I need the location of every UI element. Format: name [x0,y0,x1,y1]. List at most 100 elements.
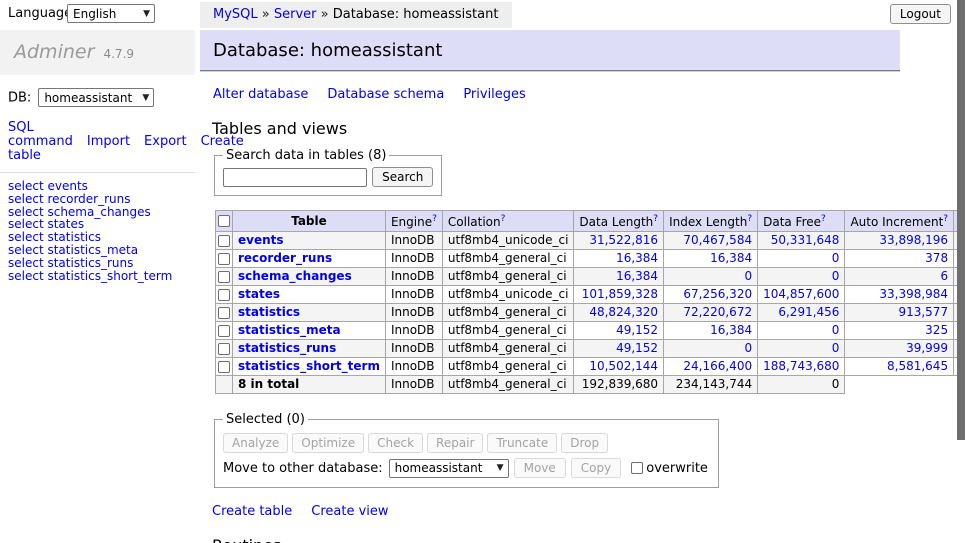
search-button[interactable]: Search [372,167,433,187]
repair-button[interactable]: Repair [427,433,483,453]
index-length-link[interactable]: 16,384 [710,251,752,265]
sidebar-action-export[interactable]: Export [144,134,187,149]
auto-increment-link[interactable]: 378 [925,251,948,265]
help-link[interactable]: ? [943,214,948,224]
table-link-statistics_meta[interactable]: statistics_meta [238,323,341,337]
privileges-link[interactable]: Privileges [463,87,526,102]
truncate-button[interactable]: Truncate [487,433,557,453]
table-link-statistics[interactable]: statistics [238,305,300,319]
auto-increment-link[interactable]: 33,398,984 [879,287,948,301]
index-length-link[interactable]: 67,256,320 [683,287,752,301]
data-free-link[interactable]: 0 [832,341,840,355]
auto-increment-link[interactable]: 33,898,196 [879,233,948,247]
move-database-select[interactable]: homeassistant ▼ [389,459,509,478]
data-length-cell: 49,152 [574,322,664,340]
index-length-link[interactable]: 0 [744,341,752,355]
data-length-link[interactable]: 101,859,328 [582,287,658,301]
breadcrumb-link[interactable]: MySQL [213,7,258,22]
table-link-states[interactable]: states [238,287,280,301]
breadcrumb-link[interactable]: Server [274,7,317,22]
help-link[interactable]: ? [821,214,826,224]
create-table-link[interactable]: Create table [212,504,292,519]
table-link-recorder_runs[interactable]: recorder_runs [238,251,332,265]
sidebar-item-statistics_runs[interactable]: select statistics_runs [8,257,195,270]
vertical-scrollbar[interactable] [957,0,966,543]
sidebar-item-statistics_meta[interactable]: select statistics_meta [8,244,195,257]
table-header-row: TableEngine?Collation?Data Length?Index … [216,211,966,232]
help-link[interactable]: ? [747,214,752,224]
copy-button[interactable]: Copy [571,458,621,478]
sidebar-item-recorder_runs[interactable]: select recorder_runs [8,193,195,206]
drop-button[interactable]: Drop [561,433,608,453]
index-length-link[interactable]: 72,220,672 [683,305,752,319]
row-checkbox[interactable] [218,361,230,373]
language-select[interactable]: English ▼ [67,4,155,23]
data-length-link[interactable]: 49,152 [616,323,658,337]
data-free-link[interactable]: 104,857,600 [763,287,839,301]
row-checkbox[interactable] [218,235,230,247]
table-link-statistics_short_term[interactable]: statistics_short_term [238,359,380,373]
data-free-link[interactable]: 0 [832,269,840,283]
index-length-link[interactable]: 24,166,400 [683,359,752,373]
data-free-cell: 0 [758,250,845,268]
sidebar-action-sql-command[interactable]: SQL command [8,120,73,149]
row-checkbox[interactable] [218,343,230,355]
data-length-link[interactable]: 16,384 [616,251,658,265]
alter-database-link[interactable]: Alter database [213,87,308,102]
auto-increment-link[interactable]: 8,581,645 [887,359,948,373]
auto-increment-link[interactable]: 913,577 [898,305,948,319]
sidebar-item-events[interactable]: select events [8,180,195,193]
auto-increment-link[interactable]: 325 [925,323,948,337]
sidebar-item-statistics_short_term[interactable]: select statistics_short_term [8,270,195,283]
data-length-link[interactable]: 31,522,816 [589,233,658,247]
search-input[interactable] [223,168,367,187]
table-link-schema_changes[interactable]: schema_changes [238,269,352,283]
row-checkbox[interactable] [218,289,230,301]
row-checkbox-cell [216,250,233,268]
data-length-link[interactable]: 49,152 [616,341,658,355]
help-link[interactable]: ? [501,214,506,224]
db-select[interactable]: homeassistant ▼ [38,88,154,107]
sidebar-table-links: select eventsselect recorder_runsselect … [0,180,195,282]
create-view-link[interactable]: Create view [311,504,388,519]
row-checkbox[interactable] [218,325,230,337]
row-checkbox-cell [216,232,233,250]
move-label: Move to other database: [223,461,383,476]
row-checkbox[interactable] [218,253,230,265]
table-row: statistics_metaInnoDButf8mb4_general_ci4… [216,322,966,340]
data-free-cell: 0 [758,340,845,358]
help-link[interactable]: ? [432,214,437,224]
data-free-link[interactable]: 188,743,680 [763,359,839,373]
table-name-cell: schema_changes [233,268,386,286]
auto-increment-link[interactable]: 6 [940,269,948,283]
auto-increment-link[interactable]: 39,999 [906,341,948,355]
scrollbar-thumb[interactable] [957,0,965,440]
database-schema-link[interactable]: Database schema [327,87,444,102]
data-length-link[interactable]: 10,502,144 [589,359,658,373]
table-link-statistics_runs[interactable]: statistics_runs [238,341,336,355]
index-length-link[interactable]: 0 [744,269,752,283]
check-button[interactable]: Check [368,433,423,453]
analyze-button[interactable]: Analyze [223,433,288,453]
sidebar-action-import[interactable]: Import [87,134,130,149]
select-all-checkbox[interactable] [218,215,230,227]
data-length-link[interactable]: 48,824,320 [589,305,658,319]
index-length-link[interactable]: 16,384 [710,323,752,337]
row-checkbox[interactable] [218,271,230,283]
data-length-link[interactable]: 16,384 [616,269,658,283]
logout-button[interactable]: Logout [890,4,951,24]
data-free-link[interactable]: 50,331,648 [771,233,840,247]
table-link-events[interactable]: events [238,233,284,247]
data-free-link[interactable]: 0 [832,251,840,265]
index-length-link[interactable]: 70,467,584 [683,233,752,247]
help-link[interactable]: ? [653,214,658,224]
move-button[interactable]: Move [514,458,566,478]
data-free-link[interactable]: 0 [832,323,840,337]
overwrite-checkbox[interactable] [631,462,643,474]
overwrite-label: overwrite [646,461,708,476]
row-checkbox[interactable] [218,307,230,319]
index-length-cell: 70,467,584 [664,232,758,250]
db-select-value: homeassistant [44,91,132,105]
data-free-link[interactable]: 6,291,456 [778,305,839,319]
optimize-button[interactable]: Optimize [292,433,364,453]
